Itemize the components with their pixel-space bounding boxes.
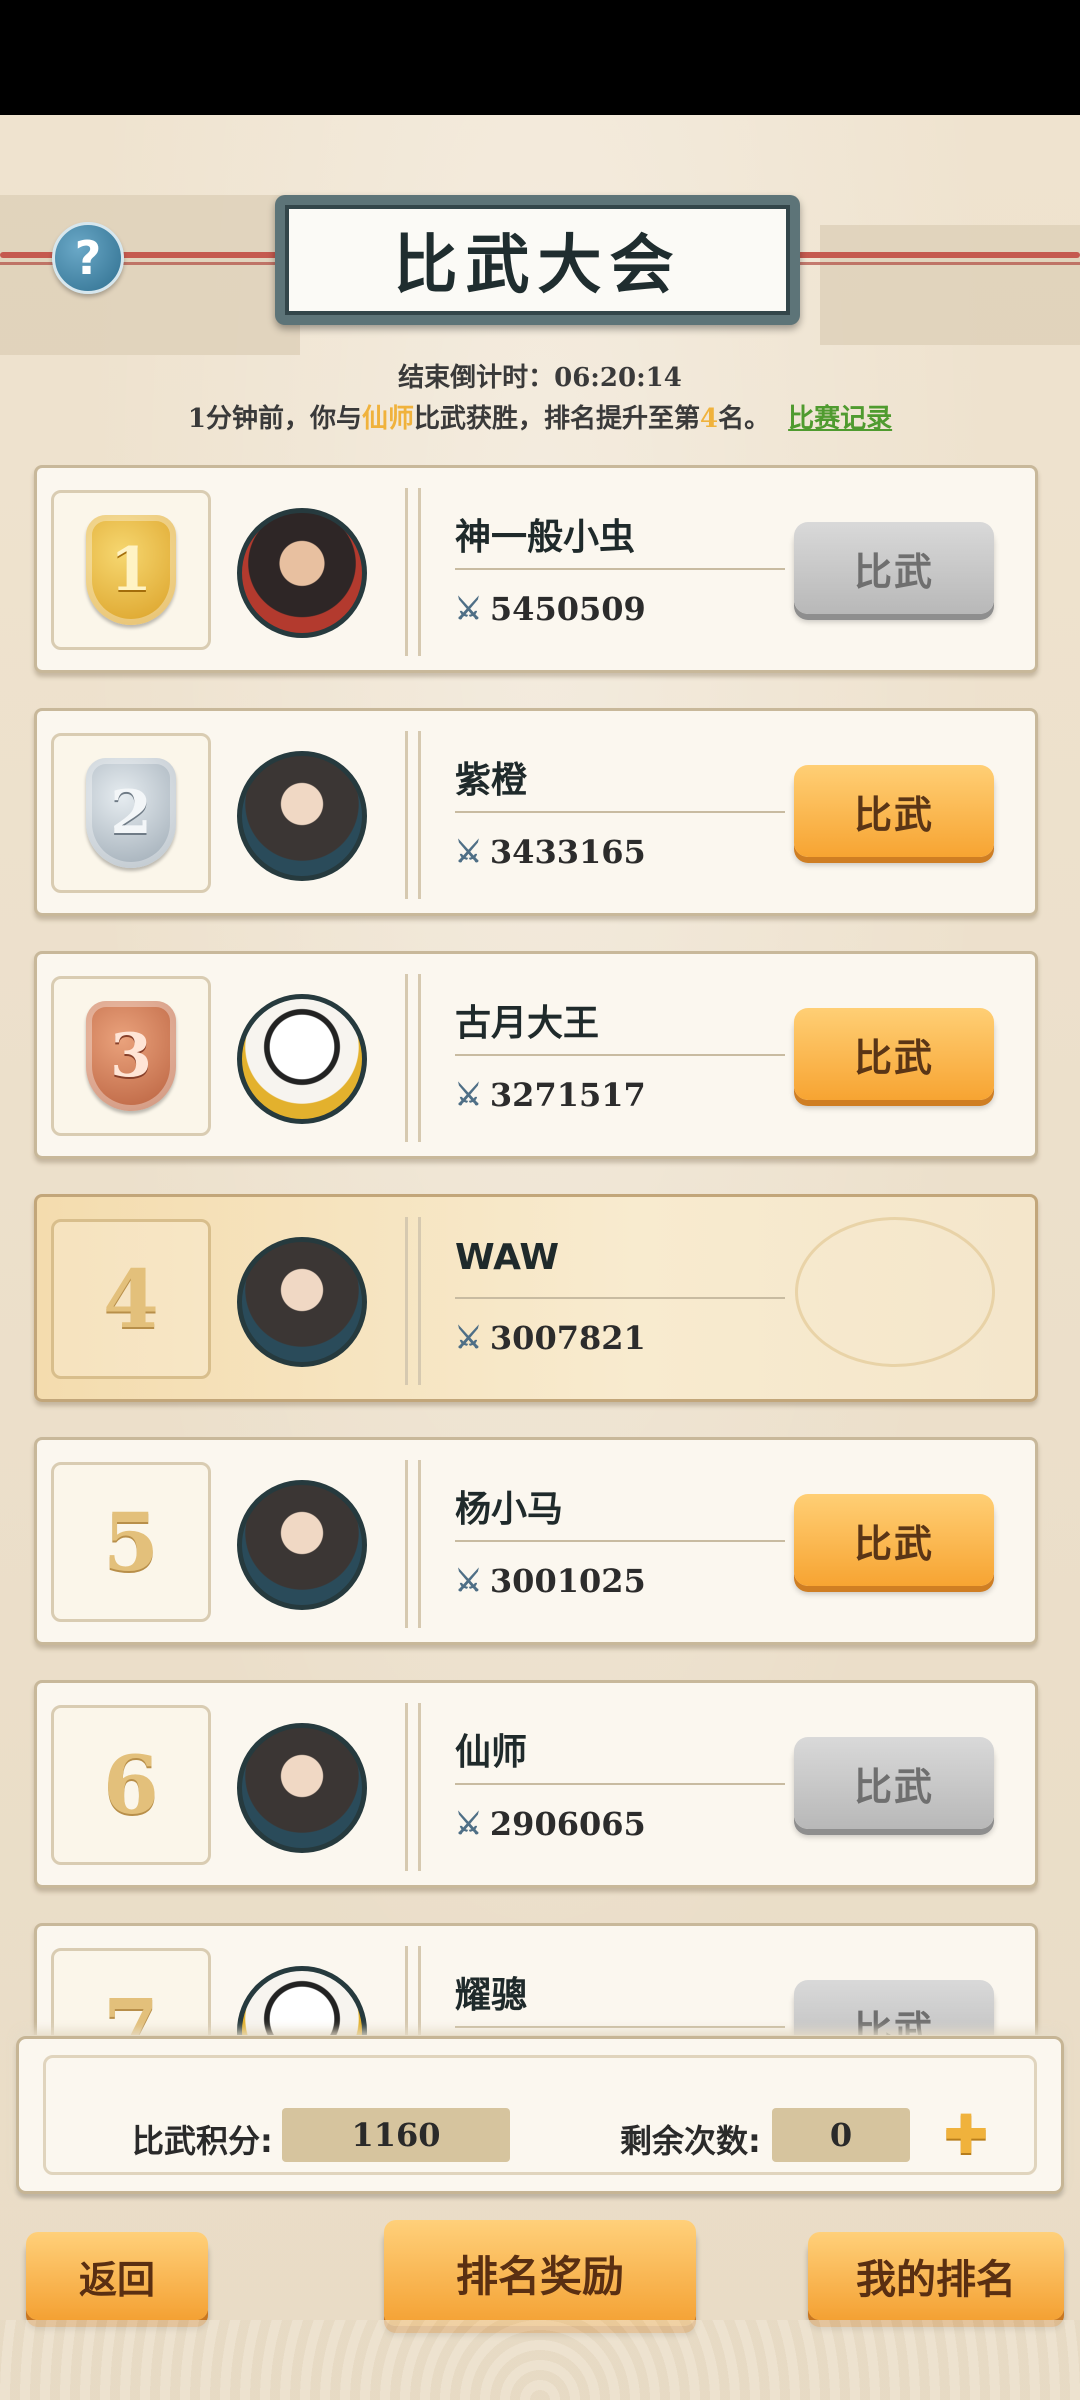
divider — [405, 974, 421, 1142]
avatar[interactable] — [237, 751, 367, 881]
divider — [405, 731, 421, 899]
rank-number: 7 — [103, 1981, 159, 2035]
combat-power: ⚔ 2906065 — [455, 1805, 646, 1843]
divider — [405, 488, 421, 656]
crossed-swords-icon: ⚔ — [455, 1806, 482, 1842]
avatar[interactable] — [237, 1966, 367, 2035]
challenge-button[interactable]: 比武 — [794, 1008, 994, 1100]
rank-number: 6 — [103, 1738, 159, 1832]
divider — [455, 568, 785, 570]
challenge-button[interactable]: 比武 — [794, 1980, 994, 2035]
ranking-row: 6 仙师 ⚔ 2906065 比武 — [34, 1680, 1038, 1888]
combat-power: ⚔ 3007821 — [455, 1319, 646, 1357]
combat-power: ⚔ 3271517 — [455, 1076, 646, 1114]
rank-badge: 6 — [51, 1705, 211, 1865]
ranking-row: 3 古月大王 ⚔ 3271517 比武 — [34, 951, 1038, 1159]
crossed-swords-icon: ⚔ — [455, 591, 482, 627]
combat-power-value: 5450509 — [489, 590, 646, 628]
combat-power: ⚔ 3433165 — [455, 833, 646, 871]
rank-number: 4 — [103, 1252, 159, 1346]
avatar[interactable] — [237, 1723, 367, 1853]
rank-badge: 4 — [51, 1219, 211, 1379]
crossed-swords-icon: ⚔ — [455, 834, 482, 870]
rank-badge: 3 — [51, 976, 211, 1136]
divider — [405, 1946, 421, 2035]
avatar[interactable] — [237, 508, 367, 638]
player-name: WAW — [455, 1237, 560, 1278]
rank-badge: 7 — [51, 1948, 211, 2035]
challenge-button[interactable]: 比武 — [794, 765, 994, 857]
ranking-row: 2 紫橙 ⚔ 3433165 比武 — [34, 708, 1038, 916]
avatar[interactable] — [237, 1237, 367, 1367]
player-name: 紫橙 — [455, 760, 528, 801]
combat-power-value: 3433165 — [489, 833, 646, 871]
rank-badge: 2 — [51, 733, 211, 893]
player-name: 神一般小虫 — [455, 517, 636, 558]
cloud-decoration — [795, 1217, 995, 1367]
rank-reward-button[interactable]: 排名奖励 — [384, 2220, 696, 2326]
divider — [405, 1460, 421, 1628]
ranking-row: 5 杨小马 ⚔ 3001025 比武 — [34, 1437, 1038, 1645]
stats-panel: 比武积分: 1160 剩余次数: 0 ✚ — [16, 2036, 1064, 2194]
ranking-row: 4 WAW ⚔ 3007821 — [34, 1194, 1038, 1402]
rank-number: 5 — [103, 1495, 159, 1589]
player-name: 古月大王 — [455, 1003, 600, 1044]
divider — [455, 811, 785, 813]
crossed-swords-icon: ⚔ — [455, 1563, 482, 1599]
stats-panel-inner: 比武积分: 1160 剩余次数: 0 ✚ — [43, 2055, 1037, 2175]
challenge-button[interactable]: 比武 — [794, 1494, 994, 1586]
divider — [405, 1217, 421, 1385]
divider — [455, 2026, 785, 2028]
crossed-swords-icon: ⚔ — [455, 1320, 482, 1356]
crossed-swords-icon: ⚔ — [455, 1077, 482, 1113]
back-button[interactable]: 返回 — [26, 2232, 208, 2320]
combat-power-value: 3271517 — [489, 1076, 646, 1114]
score-label: 比武积分: — [132, 2122, 273, 2160]
remaining-label: 剩余次数: — [620, 2122, 761, 2160]
ranking-row: 1 神一般小虫 ⚔ 5450509 比武 — [34, 465, 1038, 673]
bronze-medal-icon: 3 — [86, 1001, 176, 1111]
silver-medal-icon: 2 — [86, 758, 176, 868]
challenge-button[interactable]: 比武 — [794, 1737, 994, 1829]
avatar[interactable] — [237, 1480, 367, 1610]
footer-decoration — [0, 2320, 1080, 2400]
divider — [455, 1783, 785, 1785]
avatar[interactable] — [237, 994, 367, 1124]
combat-power-value: 2906065 — [489, 1805, 646, 1843]
combat-power-value: 3007821 — [489, 1319, 646, 1357]
divider — [455, 1054, 785, 1056]
ranking-row: 7 耀骢 比武 — [34, 1923, 1038, 2035]
ranking-list: 1 神一般小虫 ⚔ 5450509 比武 2 紫橙 ⚔ 3433165 比武 3 古月大王 ⚔ 32715… — [0, 0, 1080, 2035]
divider — [455, 1297, 785, 1299]
rank-badge: 1 — [51, 490, 211, 650]
player-name: 仙师 — [455, 1732, 528, 1773]
rank-badge: 5 — [51, 1462, 211, 1622]
gold-medal-icon: 1 — [86, 515, 176, 625]
my-rank-button[interactable]: 我的排名 — [808, 2232, 1064, 2320]
add-attempts-icon[interactable]: ✚ — [941, 2108, 991, 2162]
player-name: 杨小马 — [455, 1489, 564, 1530]
score-value: 1160 — [282, 2108, 510, 2162]
player-name: 耀骢 — [455, 1975, 528, 2016]
divider — [405, 1703, 421, 1871]
remaining-value: 0 — [772, 2108, 910, 2162]
combat-power: ⚔ 3001025 — [455, 1562, 646, 1600]
divider — [455, 1540, 785, 1542]
combat-power-value: 3001025 — [489, 1562, 646, 1600]
combat-power: ⚔ 5450509 — [455, 590, 646, 628]
challenge-button[interactable]: 比武 — [794, 522, 994, 614]
